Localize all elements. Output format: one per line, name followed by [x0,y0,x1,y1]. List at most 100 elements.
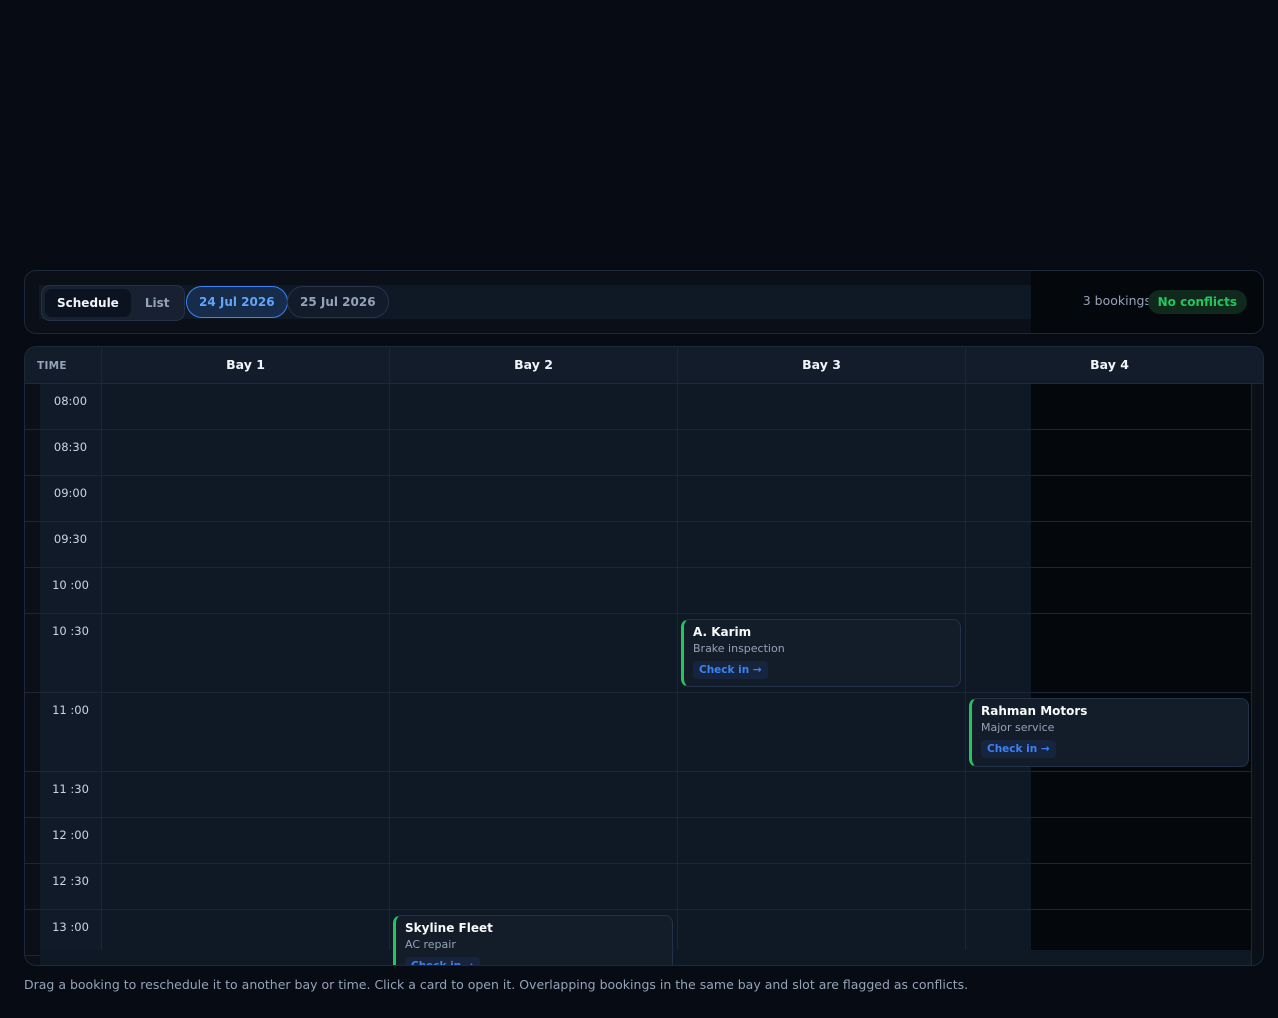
slot-cell[interactable] [965,476,1253,521]
time-row: 12 :00 [25,818,1253,864]
time-label: 09:30 [40,522,101,567]
slot-cell[interactable] [101,430,389,475]
board-body: 08:00 08:30 09:00 09:30 10 :00 10 :30 11 :00 11… [25,384,1263,965]
time-column-header: TIME [37,360,67,372]
time-label: 08:30 [40,430,101,475]
booking-card-rahman-motors[interactable]: Rahman Motors Major service Check in → [969,698,1249,767]
time-label: 08:00 [40,384,101,429]
bay-1-header: Bay 1 [101,347,389,384]
booking-customer: A. Karim [693,625,752,639]
time-label: 11 :00 [40,693,101,771]
slot-cell[interactable] [965,772,1253,817]
slot-cell[interactable] [965,818,1253,863]
slot-cell[interactable] [101,772,389,817]
slot-shade [1031,818,1253,863]
check-in-button[interactable]: Check in → [405,957,480,965]
slot-cell[interactable] [965,568,1253,613]
booking-service: AC repair [405,938,456,951]
slot-cell[interactable] [389,522,677,567]
check-in-button[interactable]: Check in → [693,661,768,679]
slot-cell[interactable] [389,614,677,692]
slot-cell[interactable] [101,614,389,692]
slot-shade [1031,522,1253,567]
slot-cell[interactable] [677,430,965,475]
slot-cell[interactable] [101,568,389,613]
slot-shade [1031,568,1253,613]
slot-cell[interactable] [965,430,1253,475]
time-label: 10 :00 [40,568,101,613]
slot-cell[interactable] [965,522,1253,567]
time-row: 09:30 [25,522,1253,568]
time-row: 10 :00 [25,568,1253,614]
slot-shade [1031,476,1253,521]
slot-cell[interactable] [389,384,677,429]
slot-cell[interactable] [965,864,1253,909]
view-switcher: Schedule List [41,285,186,321]
slot-cell[interactable] [389,693,677,771]
slot-cell[interactable] [965,910,1253,955]
time-label: 12 :00 [40,818,101,863]
slot-cell[interactable] [101,818,389,863]
slot-cell[interactable] [101,910,389,955]
slot-cell[interactable] [101,476,389,521]
booking-customer: Rahman Motors [981,704,1088,718]
schedule-board: TIME Bay 1 Bay 2 Bay 3 Bay 4 08:00 08:30 0… [24,346,1264,966]
time-label: 11 :30 [40,772,101,817]
booking-customer: Skyline Fleet [405,921,493,935]
slot-cell[interactable] [101,384,389,429]
booking-card-a-karim[interactable]: A. Karim Brake inspection Check in → [681,619,961,687]
slot-cell[interactable] [965,614,1253,692]
slot-cell[interactable] [677,384,965,429]
date-chip-25-jul[interactable]: 25 Jul 2026 [287,286,389,318]
time-label: 12 :30 [40,864,101,909]
slot-cell[interactable] [677,772,965,817]
time-label: 13 :00 [40,910,101,955]
bay-4-header: Bay 4 [965,347,1253,384]
slot-cell[interactable] [677,864,965,909]
time-row: 10 :30 [25,614,1253,693]
bay-2-header: Bay 2 [389,347,677,384]
booking-card-skyline-fleet[interactable]: Skyline Fleet AC repair Check in → [393,915,673,965]
slot-cell[interactable] [677,910,965,955]
slot-cell[interactable] [389,772,677,817]
booking-service: Brake inspection [693,642,785,655]
slot-cell[interactable] [677,818,965,863]
help-text: Drag a booking to reschedule it to anoth… [24,977,969,992]
slot-shade [1031,614,1253,692]
time-row: 12 :30 [25,864,1253,910]
scrollbar-track[interactable] [1251,384,1263,965]
time-row: 09:00 [25,476,1253,522]
booking-service: Major service [981,721,1055,734]
slot-cell[interactable] [677,568,965,613]
slot-cell[interactable] [389,568,677,613]
conflict-status-badge: No conflicts [1147,290,1247,314]
slot-cell[interactable] [389,864,677,909]
slot-shade [1031,910,1253,955]
slot-cell[interactable] [677,522,965,567]
slot-cell[interactable] [677,693,965,771]
time-row: 11 :30 [25,772,1253,818]
slot-cell[interactable] [101,693,389,771]
bay-3-header: Bay 3 [677,347,965,384]
slot-cell[interactable] [101,522,389,567]
time-row: 08:00 [25,384,1253,430]
check-in-button[interactable]: Check in → [981,740,1056,758]
slot-cell[interactable] [389,818,677,863]
toolbar: Schedule List 24 Jul 2026 25 Jul 2026 3 … [24,270,1264,334]
slot-cell[interactable] [101,864,389,909]
board-header: TIME Bay 1 Bay 2 Bay 3 Bay 4 [25,347,1263,384]
slot-cell[interactable] [389,430,677,475]
time-row: 08:30 [25,430,1253,476]
time-label: 10 :30 [40,614,101,692]
date-chip-24-jul[interactable]: 24 Jul 2026 [186,286,288,318]
view-schedule-button[interactable]: Schedule [45,289,131,317]
slot-shade [1031,384,1253,429]
slot-cell[interactable] [677,476,965,521]
slot-shade [1031,430,1253,475]
slot-shade [1031,772,1253,817]
slot-shade [1031,864,1253,909]
slot-cell[interactable] [389,476,677,521]
booking-count: 3 bookings [1082,293,1151,308]
slot-cell[interactable] [965,384,1253,429]
view-list-button[interactable]: List [133,289,182,317]
